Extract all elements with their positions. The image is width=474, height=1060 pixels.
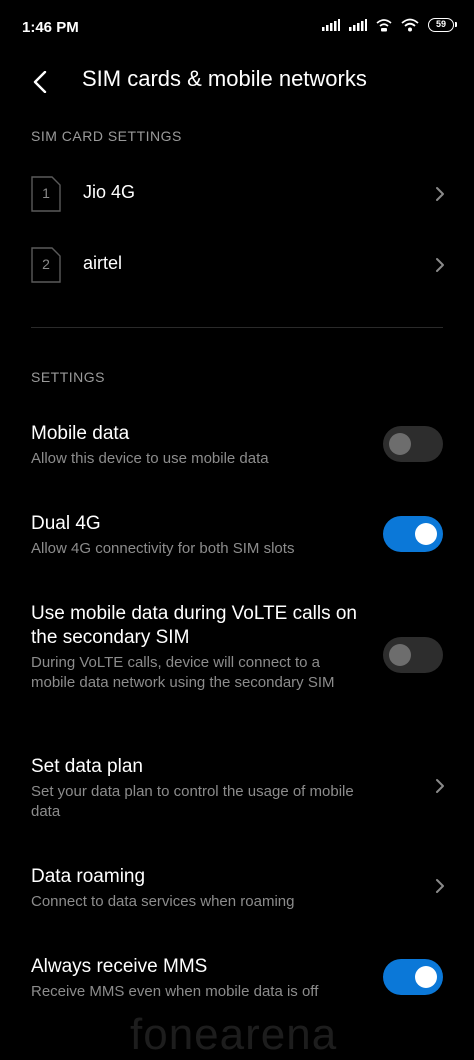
- sim-name: Jio 4G: [83, 182, 136, 202]
- section-header-settings: SETTINGS: [31, 369, 106, 385]
- always-receive-mms-toggle[interactable]: [383, 959, 443, 995]
- setting-dual-4g[interactable]: Dual 4G Allow 4G connectivity for both S…: [0, 502, 474, 572]
- sim-row-1[interactable]: 1 Jio 4G: [0, 164, 474, 224]
- toggle-knob: [415, 966, 437, 988]
- setting-subtitle: Set your data plan to control the usage …: [31, 783, 354, 820]
- chevron-right-icon: [436, 187, 444, 201]
- mobile-data-toggle[interactable]: [383, 426, 443, 462]
- volte-secondary-data-toggle[interactable]: [383, 637, 443, 673]
- setting-subtitle: Allow this device to use mobile data: [31, 450, 269, 467]
- toggle-knob: [389, 644, 411, 666]
- setting-subtitle: Receive MMS even when mobile data is off: [31, 983, 319, 1000]
- status-time: 1:46 PM: [22, 19, 79, 36]
- toggle-knob: [415, 523, 437, 545]
- status-icons: 59: [322, 18, 457, 32]
- chevron-right-icon: [436, 258, 444, 272]
- status-bar: 1:46 PM 59: [0, 0, 474, 56]
- setting-mobile-data[interactable]: Mobile data Allow this device to use mob…: [0, 412, 474, 482]
- section-header-sim: SIM CARD SETTINGS: [31, 128, 182, 144]
- setting-volte-secondary-data[interactable]: Use mobile data during VoLTE calls on th…: [0, 592, 474, 722]
- wifi-icon: [401, 18, 419, 32]
- sim-slot-number: 2: [42, 256, 50, 272]
- app-bar: SIM cards & mobile networks: [0, 56, 474, 104]
- setting-title: Use mobile data during VoLTE calls on th…: [31, 603, 357, 648]
- section-divider: [31, 327, 443, 328]
- setting-title: Data roaming: [31, 866, 146, 887]
- setting-data-roaming[interactable]: Data roaming Connect to data services wh…: [0, 856, 474, 926]
- sim-name: airtel: [83, 253, 123, 273]
- setting-always-receive-mms[interactable]: Always receive MMS Receive MMS even when…: [0, 946, 474, 1016]
- chevron-right-icon: [436, 779, 444, 793]
- setting-subtitle: During VoLTE calls, device will connect …: [31, 654, 335, 691]
- dual-4g-toggle[interactable]: [383, 516, 443, 552]
- setting-set-data-plan[interactable]: Set data plan Set your data plan to cont…: [0, 746, 474, 826]
- sim-row-2[interactable]: 2 airtel: [0, 235, 474, 295]
- sim-slot-number: 1: [42, 185, 50, 201]
- setting-subtitle: Connect to data services when roaming: [31, 893, 295, 910]
- setting-title: Set data plan: [31, 756, 143, 777]
- setting-title: Always receive MMS: [31, 956, 208, 977]
- signal-icon: [349, 19, 367, 31]
- setting-subtitle: Allow 4G connectivity for both SIM slots: [31, 540, 295, 557]
- setting-title: Dual 4G: [31, 513, 101, 534]
- sim-card-icon: 2: [31, 247, 61, 283]
- sim-card-icon: 1: [31, 176, 61, 212]
- chevron-right-icon: [436, 879, 444, 893]
- volte-icon: [376, 18, 392, 32]
- setting-title: Mobile data: [31, 423, 130, 444]
- arrow-back-icon: [33, 71, 47, 93]
- page-title: SIM cards & mobile networks: [82, 66, 367, 91]
- battery-icon: 59: [428, 18, 457, 32]
- signal-icon: [322, 19, 340, 31]
- back-button[interactable]: [22, 64, 58, 100]
- toggle-knob: [389, 433, 411, 455]
